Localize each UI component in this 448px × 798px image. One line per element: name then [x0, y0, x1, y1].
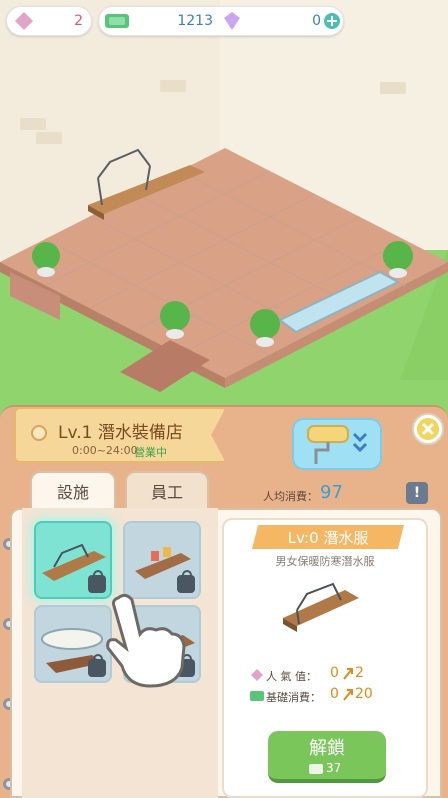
shop-status: 營業中	[134, 446, 167, 459]
game-scene[interactable]	[0, 0, 448, 420]
shells-value: 2	[74, 13, 83, 29]
close-button[interactable]	[412, 413, 444, 445]
arrow-up-icon	[343, 689, 353, 701]
shop-hours: 0:00~24:00	[72, 444, 138, 457]
item-preview-image	[283, 582, 359, 632]
popularity-icon	[251, 669, 263, 681]
shell-icon	[15, 12, 33, 30]
avg-spend-label: 人均消費：	[263, 490, 318, 503]
paint-roller-button[interactable]	[292, 418, 382, 470]
pin-icon	[31, 425, 47, 441]
stat-base-spend-from: 0	[330, 686, 339, 702]
detail-title: Lv:0 潛水服	[287, 529, 369, 547]
stat-base-spend-label: 基礎消費：	[266, 691, 321, 704]
gems-value: 0	[312, 13, 321, 29]
shells-counter: 2	[6, 6, 92, 36]
stat-popularity-to: 2	[355, 665, 364, 681]
shop-floor	[0, 148, 448, 392]
close-icon	[417, 418, 439, 440]
tab-staff[interactable]: 員工	[125, 471, 209, 511]
add-gems-button[interactable]	[323, 12, 341, 30]
money-icon	[105, 14, 129, 28]
stat-base-spend-to: 20	[355, 686, 373, 702]
detail-description: 男女保暖防寒潛水服	[275, 555, 375, 568]
money-icon	[250, 691, 264, 701]
item-card-diving-suit[interactable]	[34, 521, 112, 599]
paint-roller-icon	[307, 425, 368, 464]
avg-spend-value: 97	[320, 482, 343, 503]
tutorial-hand-icon	[106, 593, 186, 688]
money-value: 1213	[177, 13, 213, 29]
tab-facilities[interactable]: 設施	[30, 471, 116, 511]
unlock-label: 解鎖	[309, 738, 345, 759]
item-card-drinks[interactable]	[123, 521, 201, 599]
ticket-icon	[309, 764, 323, 774]
gem-icon	[224, 12, 240, 30]
money-gem-counter: 1213 0	[98, 6, 344, 36]
info-button[interactable]: !	[406, 482, 428, 504]
stat-popularity-from: 0	[330, 665, 339, 681]
arrow-up-icon	[343, 668, 353, 680]
stat-popularity-label: 人 氣 值：	[266, 670, 317, 683]
unlock-cost: 37	[326, 761, 342, 775]
shop-title: Lv.1 潛水裝備店	[58, 423, 183, 443]
